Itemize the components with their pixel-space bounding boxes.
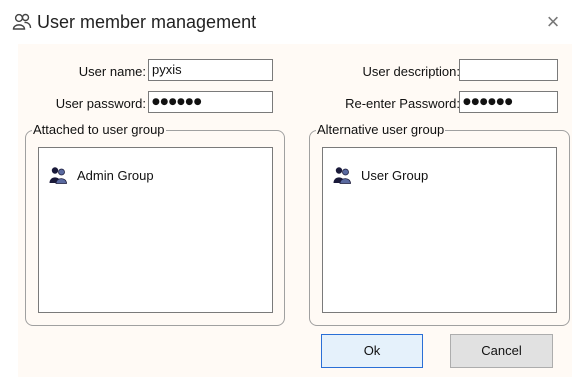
dialog-body: User name: pyxis User description: User … bbox=[18, 44, 572, 377]
cancel-button[interactable]: Cancel bbox=[450, 334, 553, 368]
close-icon: × bbox=[546, 9, 560, 34]
user-password-label: User password: bbox=[55, 96, 146, 111]
reenter-password-label: Re-enter Password: bbox=[345, 96, 460, 111]
reenter-password-field[interactable]: ●●●●●● bbox=[459, 91, 558, 113]
users-icon bbox=[12, 13, 32, 30]
attached-group-legend: Attached to user group bbox=[32, 122, 166, 138]
user-group-icon bbox=[333, 167, 351, 184]
list-item-label: Admin Group bbox=[77, 167, 154, 183]
attached-group-list[interactable]: Admin Group bbox=[38, 147, 273, 313]
user-description-field[interactable] bbox=[459, 59, 558, 81]
list-item[interactable]: Admin Group bbox=[49, 166, 154, 184]
user-group-icon bbox=[49, 167, 67, 184]
ok-button[interactable]: Ok bbox=[321, 334, 423, 368]
user-name-field[interactable]: pyxis bbox=[148, 59, 273, 81]
list-item[interactable]: User Group bbox=[333, 166, 428, 184]
user-password-field[interactable]: ●●●●●● bbox=[148, 91, 273, 113]
title-bar: User member management × bbox=[0, 0, 572, 44]
alternative-group-list[interactable]: User Group bbox=[322, 147, 557, 313]
alternative-group-legend: Alternative user group bbox=[316, 122, 446, 138]
user-description-label: User description: bbox=[362, 64, 460, 79]
user-name-label: User name: bbox=[78, 64, 146, 79]
list-item-label: User Group bbox=[361, 167, 429, 183]
alternative-group-box: Alternative user group User Group bbox=[309, 122, 570, 326]
close-button[interactable]: × bbox=[540, 10, 566, 36]
window-title: User member management bbox=[37, 12, 257, 32]
attached-group-box: Attached to user group Admin Group bbox=[25, 122, 285, 326]
